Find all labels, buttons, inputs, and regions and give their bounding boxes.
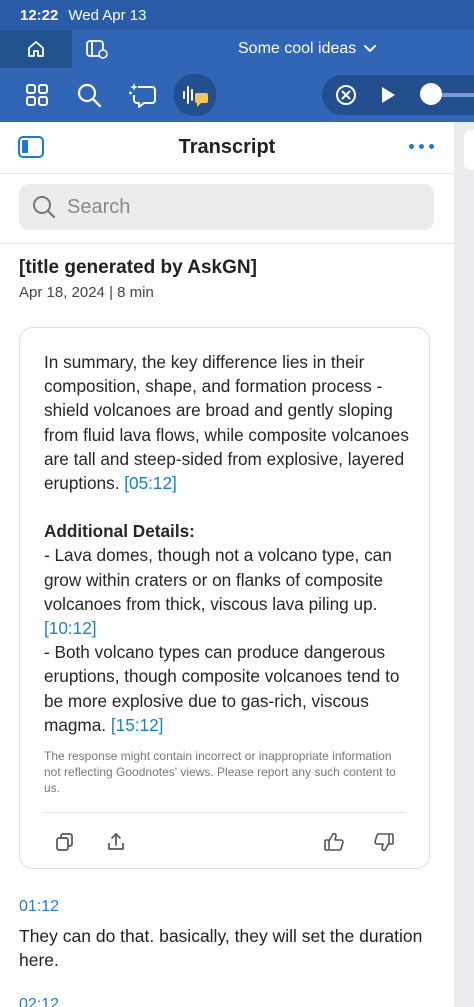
summary-body: In summary, the key difference lies in t… bbox=[44, 350, 414, 737]
grid-icon bbox=[26, 84, 48, 106]
ai-sparkle-chat-icon bbox=[129, 83, 156, 108]
segment-timestamp[interactable]: 01:12 bbox=[19, 898, 59, 916]
search-area bbox=[0, 174, 454, 244]
ai-summary-card: In summary, the key difference lies in t… bbox=[19, 327, 430, 869]
more-icon-dot bbox=[429, 144, 434, 149]
note-title: [title generated by AskGN] bbox=[19, 257, 257, 278]
summary-text: In summary, the key difference lies in t… bbox=[44, 352, 409, 494]
status-bar: 12:22 Wed Apr 13 bbox=[0, 0, 474, 30]
playback-slider-knob[interactable] bbox=[420, 83, 442, 105]
thumbs-down-button[interactable] bbox=[372, 830, 396, 854]
segment-text: They can do that. basically, they will s… bbox=[19, 926, 423, 970]
document-title-menu[interactable]: Some cool ideas bbox=[238, 30, 377, 68]
details-heading: Additional Details: bbox=[44, 521, 195, 542]
grid-view-button[interactable] bbox=[18, 76, 56, 114]
more-options-button[interactable] bbox=[409, 144, 434, 149]
panel-header: Transcript bbox=[0, 122, 454, 174]
detail-text: - Both volcano types can produce dangero… bbox=[44, 642, 400, 735]
home-tab[interactable] bbox=[0, 30, 72, 68]
audio-transcript-icon bbox=[183, 86, 208, 107]
timestamp-link[interactable]: [10:12] bbox=[44, 618, 97, 638]
search-icon bbox=[77, 83, 102, 108]
ask-ai-button[interactable] bbox=[124, 76, 162, 114]
copy-icon bbox=[56, 833, 73, 851]
copy-button[interactable] bbox=[52, 830, 76, 854]
canvas-page-edge bbox=[464, 130, 474, 170]
share-icon bbox=[108, 833, 124, 850]
search-icon bbox=[33, 196, 56, 219]
panel-title: Transcript bbox=[178, 136, 276, 158]
notebook-icon bbox=[86, 40, 108, 59]
detail-item: - Lava domes, though not a volcano type,… bbox=[44, 543, 414, 640]
timestamp-link[interactable]: [05:12] bbox=[124, 473, 177, 493]
play-button[interactable] bbox=[374, 81, 402, 109]
close-circle-icon bbox=[336, 85, 356, 105]
timestamp-link[interactable]: [15:12] bbox=[111, 715, 164, 735]
detail-item: - Both volcano types can produce dangero… bbox=[44, 640, 414, 737]
sidebar-icon bbox=[22, 140, 28, 153]
more-icon bbox=[409, 144, 414, 149]
note-meta: Apr 18, 2024 | 8 min bbox=[19, 284, 154, 301]
document-title: Some cool ideas bbox=[238, 40, 357, 57]
search-button[interactable] bbox=[70, 76, 108, 114]
stop-playback-button[interactable] bbox=[332, 81, 360, 109]
status-date: Wed Apr 13 bbox=[68, 6, 147, 24]
app-root: 12:22 Wed Apr 13 Some cool ideas Transcr… bbox=[0, 0, 474, 1007]
summary-paragraph: In summary, the key difference lies in t… bbox=[44, 350, 414, 495]
canvas-edge bbox=[454, 122, 474, 1007]
home-icon bbox=[28, 41, 44, 57]
document-tab[interactable] bbox=[80, 30, 114, 68]
sidebar-toggle-button[interactable] bbox=[18, 136, 44, 158]
segment-timestamp[interactable]: 02:12 bbox=[19, 996, 59, 1007]
play-icon bbox=[382, 87, 395, 103]
share-button[interactable] bbox=[104, 830, 128, 854]
thumbs-up-button[interactable] bbox=[322, 830, 346, 854]
ai-disclaimer: The response might contain incorrect or … bbox=[44, 749, 396, 795]
search-bar[interactable] bbox=[19, 184, 434, 230]
toolbar bbox=[0, 68, 474, 122]
search-input[interactable] bbox=[67, 195, 397, 219]
transcript-panel: Transcript [title generated by AskGN] Ap… bbox=[0, 122, 454, 1007]
status-time: 12:22 bbox=[20, 6, 59, 24]
thumbs-down-icon bbox=[374, 833, 394, 852]
nav-row: Some cool ideas bbox=[0, 30, 474, 68]
transcript-button[interactable] bbox=[174, 74, 216, 116]
chevron-down-icon bbox=[364, 45, 377, 53]
thumbs-up-icon bbox=[324, 832, 344, 851]
card-actions bbox=[20, 828, 431, 858]
audio-player bbox=[322, 75, 474, 115]
more-icon-dot bbox=[419, 144, 424, 149]
divider bbox=[44, 812, 406, 813]
detail-text: - Lava domes, though not a volcano type,… bbox=[44, 545, 392, 614]
